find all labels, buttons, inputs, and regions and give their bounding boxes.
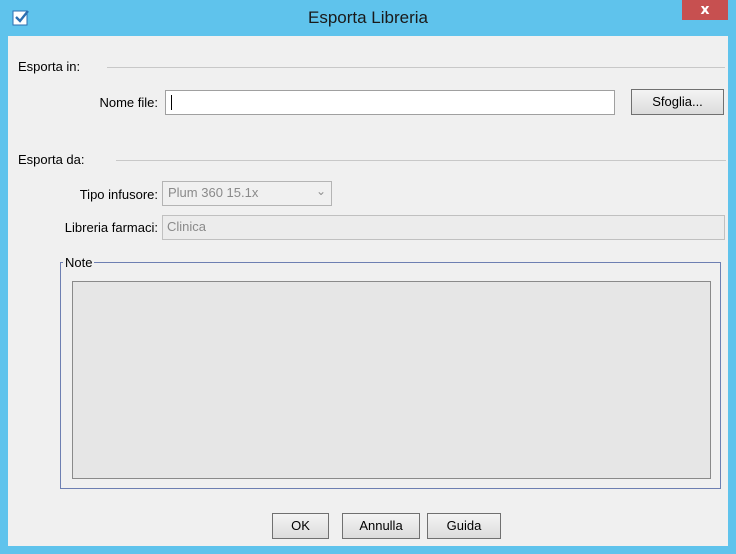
window-title: Esporta Libreria — [307, 8, 428, 27]
export-to-divider — [107, 67, 725, 68]
file-name-input[interactable] — [165, 90, 615, 115]
export-from-divider — [116, 160, 726, 161]
file-name-label: Nome file: — [99, 95, 158, 110]
export-library-dialog: Esporta Libreria x Esporta in: Nome file… — [0, 0, 736, 554]
cancel-button[interactable]: Annulla — [342, 513, 420, 539]
ok-button[interactable]: OK — [272, 513, 329, 539]
ok-button-label: OK — [291, 518, 310, 533]
browse-button[interactable]: Sfoglia... — [631, 89, 724, 115]
cancel-button-label: Annulla — [359, 518, 403, 533]
browse-button-label: Sfoglia... — [652, 94, 703, 109]
chevron-down-icon: ⌄ — [315, 184, 326, 198]
infuser-type-label: Tipo infusore: — [79, 187, 158, 202]
notes-textarea[interactable] — [72, 281, 711, 479]
help-button[interactable]: Guida — [427, 513, 501, 539]
text-caret — [171, 95, 172, 110]
drug-library-value: Clinica — [167, 219, 207, 234]
drug-library-field: Clinica — [162, 215, 725, 240]
export-to-section-label: Esporta in: — [18, 59, 81, 74]
drug-library-label: Libreria farmaci: — [64, 220, 158, 235]
close-button[interactable]: x — [682, 0, 728, 20]
dialog-body: Esporta in: Nome file: Sfoglia... Esport… — [8, 36, 728, 546]
help-button-label: Guida — [446, 518, 482, 533]
infuser-type-select[interactable]: Plum 360 15.1x ⌄ — [162, 181, 332, 206]
notes-group-label: Note — [63, 255, 95, 270]
export-from-section-label: Esporta da: — [18, 152, 85, 167]
title-bar[interactable]: Esporta Libreria x — [0, 0, 736, 36]
infuser-type-value: Plum 360 15.1x — [168, 185, 259, 200]
